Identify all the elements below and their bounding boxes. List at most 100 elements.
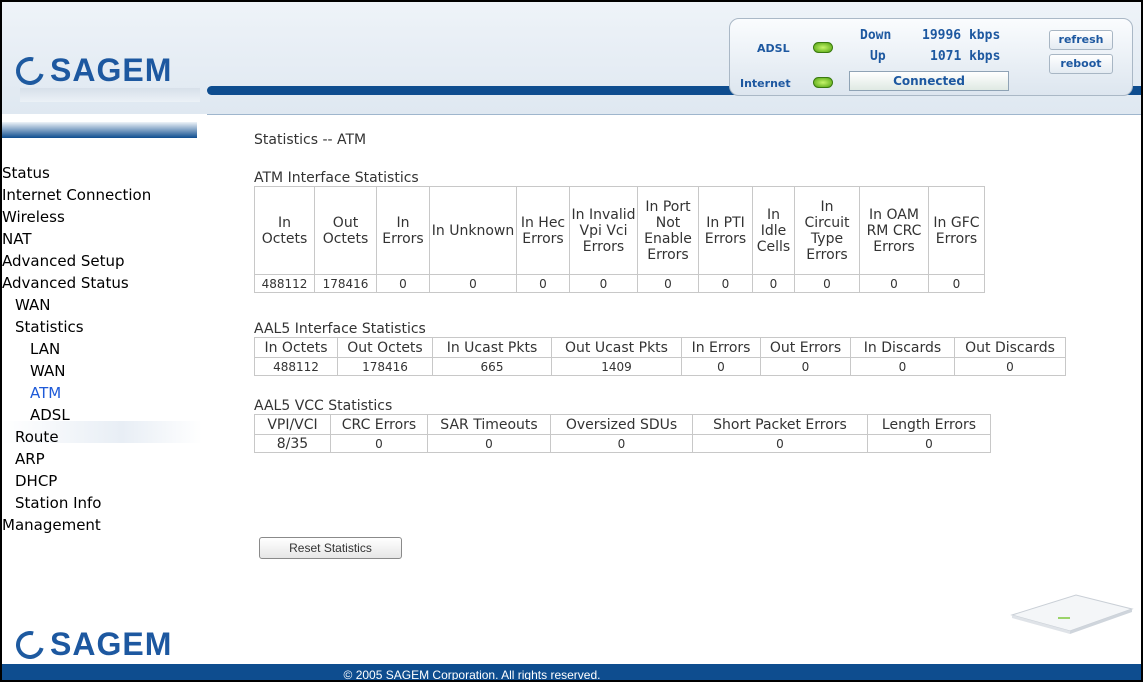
col-out-octets: Out Octets	[314, 186, 377, 275]
cell-in-discards: 0	[850, 357, 955, 376]
sidebar-item-arp[interactable]: ARP	[2, 448, 202, 470]
col-out-discards: Out Discards	[954, 337, 1066, 358]
col-in-idle-cells: In Idle Cells	[752, 186, 795, 275]
copyright-text: © 2005 SAGEM Corporation. All rights res…	[343, 668, 601, 682]
table-row: 8/35 0 0 0 0 0	[254, 434, 991, 453]
sidebar-item-station-info[interactable]: Station Info	[2, 492, 202, 514]
refresh-button[interactable]: refresh	[1049, 30, 1113, 50]
cell-in-circuit-type-errors: 0	[794, 274, 860, 293]
col-in-discards: In Discards	[850, 337, 955, 358]
cell-out-octets: 178416	[314, 274, 377, 293]
cell-out-discards: 0	[954, 357, 1066, 376]
col-in-pti-errors: In PTI Errors	[698, 186, 753, 275]
col-crc-errors: CRC Errors	[330, 414, 428, 435]
sidebar-item-management[interactable]: Management	[2, 514, 202, 536]
cell-crc-errors: 0	[330, 434, 428, 453]
cell-out-errors: 0	[760, 357, 851, 376]
up-label: Up	[870, 49, 886, 64]
cell-oversized-sdus: 0	[550, 434, 693, 453]
cell-in-errors: 0	[681, 357, 761, 376]
cell-in-octets: 488112	[254, 274, 315, 293]
sidebar-item-internet-connection[interactable]: Internet Connection	[2, 184, 202, 206]
logo-text-bottom: SAGEM	[50, 626, 173, 662]
main-content: Statistics -- ATM ATM Interface Statisti…	[254, 132, 1066, 453]
sidebar-item-wireless[interactable]: Wireless	[2, 206, 202, 228]
col-in-oam-rm-crc-errors: In OAM RM CRC Errors	[859, 186, 929, 275]
sidebar-item-advanced-status[interactable]: Advanced Status	[2, 272, 202, 294]
col-length-errors: Length Errors	[867, 414, 991, 435]
col-in-octets: In Octets	[254, 186, 315, 275]
header-divider	[207, 114, 1141, 115]
col-vpi-vci: VPI/VCI	[254, 414, 331, 435]
cell-in-unknown: 0	[429, 274, 517, 293]
sidebar-item-wan[interactable]: WAN	[2, 294, 202, 316]
sidebar-item-statistics-atm[interactable]: ATM	[2, 382, 202, 404]
adsl-label: ADSL	[757, 42, 790, 55]
cell-in-gfc-errors: 0	[928, 274, 985, 293]
table-header-row: VPI/VCI CRC Errors SAR Timeouts Oversize…	[254, 414, 991, 435]
atm-interface-table: In Octets Out Octets In Errors In Unknow…	[254, 186, 985, 293]
sidebar-item-statistics[interactable]: Statistics	[2, 316, 202, 338]
table-header-row: In Octets Out Octets In Ucast Pkts Out U…	[254, 337, 1066, 358]
sidebar-item-statistics-lan[interactable]: LAN	[2, 338, 202, 360]
col-short-packet-errors: Short Packet Errors	[692, 414, 868, 435]
connection-status-panel: ADSL Internet Down 19996 kbps Up 1071 kb…	[729, 18, 1133, 96]
cell-in-hec-errors: 0	[516, 274, 570, 293]
up-rate: 1071 kbps	[930, 49, 1001, 64]
col-in-gfc-errors: In GFC Errors	[928, 186, 985, 275]
sidebar-item-statistics-adsl[interactable]: ADSL	[2, 404, 202, 426]
col-oversized-sdus: Oversized SDUs	[550, 414, 693, 435]
cell-in-invalid-vpi-vci-errors: 0	[569, 274, 638, 293]
connection-status-box: Connected	[849, 71, 1009, 91]
cell-in-errors: 0	[376, 274, 430, 293]
sidebar-item-nat[interactable]: NAT	[2, 228, 202, 250]
col-out-octets: Out Octets	[337, 337, 433, 358]
aal5-interface-title: AAL5 Interface Statistics	[254, 321, 426, 337]
internet-led-icon	[813, 77, 833, 88]
cell-in-octets: 488112	[254, 357, 338, 376]
sidebar-item-statistics-wan[interactable]: WAN	[2, 360, 202, 382]
modem-device-icon	[1010, 594, 1134, 634]
sidebar-item-route[interactable]: Route	[2, 426, 202, 448]
sidebar-item-status[interactable]: Status	[2, 162, 202, 184]
cell-in-port-not-enable-errors: 0	[637, 274, 699, 293]
cell-sar-timeouts: 0	[427, 434, 551, 453]
table-row: 488112 178416 0 0 0 0 0 0 0 0 0 0	[254, 274, 985, 293]
sagem-swirl-icon	[10, 51, 50, 90]
sagem-swirl-icon	[10, 625, 50, 664]
aal5-interface-table: In Octets Out Octets In Ucast Pkts Out U…	[254, 337, 1066, 376]
reboot-button[interactable]: reboot	[1049, 54, 1113, 74]
aal5-vcc-table: VPI/VCI CRC Errors SAR Timeouts Oversize…	[254, 414, 991, 453]
internet-label: Internet	[740, 77, 791, 90]
adsl-led-icon	[813, 42, 833, 53]
col-in-port-not-enable-errors: In Port Not Enable Errors	[637, 186, 699, 275]
col-sar-timeouts: SAR Timeouts	[427, 414, 551, 435]
col-in-octets: In Octets	[254, 337, 338, 358]
logo-reflection	[20, 88, 200, 102]
col-in-unknown: In Unknown	[429, 186, 517, 275]
logo-text: SAGEM	[50, 52, 173, 88]
sagem-logo: SAGEM	[10, 51, 173, 90]
sidebar-item-advanced-setup[interactable]: Advanced Setup	[2, 250, 202, 272]
table-row: 488112 178416 665 1409 0 0 0 0	[254, 357, 1066, 376]
col-in-errors: In Errors	[681, 337, 761, 358]
sagem-logo-bottom: SAGEM	[10, 625, 173, 664]
header: SAGEM ADSL Internet Down 19996 kbps Up 1…	[2, 2, 1141, 114]
aal5-vcc-title: AAL5 VCC Statistics	[254, 398, 393, 414]
sidebar-item-dhcp[interactable]: DHCP	[2, 470, 202, 492]
cell-short-packet-errors: 0	[692, 434, 868, 453]
col-out-errors: Out Errors	[760, 337, 851, 358]
down-rate: 19996 kbps	[922, 28, 1001, 43]
reset-statistics-button[interactable]: Reset Statistics	[259, 537, 402, 559]
cell-vpi-vci: 8/35	[254, 434, 331, 453]
cell-length-errors: 0	[867, 434, 991, 453]
sidebar-top-bar	[2, 122, 197, 138]
col-in-errors: In Errors	[376, 186, 430, 275]
connection-status-text: Connected	[893, 74, 965, 88]
down-label: Down	[860, 28, 892, 43]
cell-in-oam-rm-crc-errors: 0	[859, 274, 929, 293]
table-header-row: In Octets Out Octets In Errors In Unknow…	[254, 186, 985, 275]
cell-in-idle-cells: 0	[752, 274, 795, 293]
atm-interface-title: ATM Interface Statistics	[254, 170, 419, 186]
cell-out-octets: 178416	[337, 357, 433, 376]
